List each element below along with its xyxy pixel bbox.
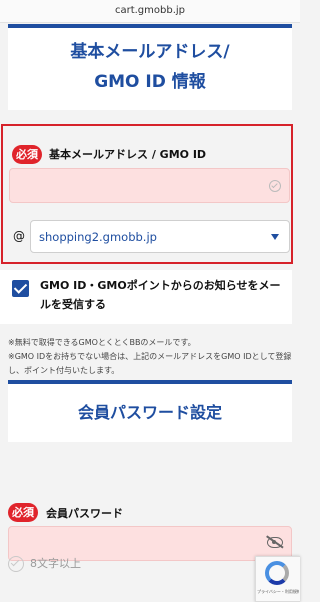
- password-section-header: 会員パスワード設定: [8, 380, 292, 442]
- email-section-title-line1: 基本メールアドレス/: [70, 42, 230, 62]
- email-field-group: 必須 基本メールアドレス / GMO ID @ shopping2.gmobb.…: [1, 124, 293, 264]
- url-bar[interactable]: cart.gmobb.jp: [0, 0, 300, 23]
- required-badge: 必須: [8, 503, 38, 522]
- password-field-label: 会員パスワード: [46, 507, 123, 520]
- eye-off-icon[interactable]: [267, 537, 283, 548]
- note-item: ※GMO IDをお持ちでない場合は、上記のメールアドレスをGMO IDとして登録…: [8, 352, 292, 375]
- check-circle-icon: [269, 180, 281, 192]
- email-field-label: 基本メールアドレス / GMO ID: [49, 148, 207, 161]
- password-section-title: 会員パスワード設定: [77, 403, 222, 422]
- rule-check-icon: [8, 556, 24, 572]
- note-item: ※無料で取得できるGMOとくとくBBのメールです。: [8, 338, 196, 347]
- notes: ※無料で取得できるGMOとくとくBBのメールです。 ※GMO IDをお持ちでない…: [8, 336, 294, 378]
- email-section-header: 基本メールアドレス/ GMO ID 情報: [8, 24, 292, 110]
- domain-select[interactable]: shopping2.gmobb.jp: [30, 220, 290, 253]
- notice-option-row[interactable]: GMO ID・GMOポイントからのお知らせをメールを受信する: [0, 270, 292, 324]
- email-section-title: 基本メールアドレス/ GMO ID 情報: [8, 28, 292, 97]
- notice-option-label: GMO ID・GMOポイントからのお知らせをメールを受信する: [40, 279, 281, 311]
- required-badge: 必須: [12, 145, 42, 164]
- url-text: cart.gmobb.jp: [114, 5, 186, 16]
- domain-select-value: shopping2.gmobb.jp: [39, 230, 157, 244]
- checkbox-checked-icon[interactable]: [12, 280, 29, 297]
- at-symbol: @: [13, 229, 25, 243]
- password-rule-min-length: 8文字以上: [30, 557, 81, 570]
- recaptcha-badge[interactable]: プライバシー・利用規約: [255, 556, 300, 602]
- recaptcha-logo-icon: [265, 561, 289, 585]
- chevron-down-icon: [271, 234, 279, 240]
- email-section-title-line2: GMO ID 情報: [94, 72, 206, 92]
- recaptcha-text[interactable]: プライバシー・利用規約: [257, 589, 299, 595]
- email-input[interactable]: [9, 168, 290, 203]
